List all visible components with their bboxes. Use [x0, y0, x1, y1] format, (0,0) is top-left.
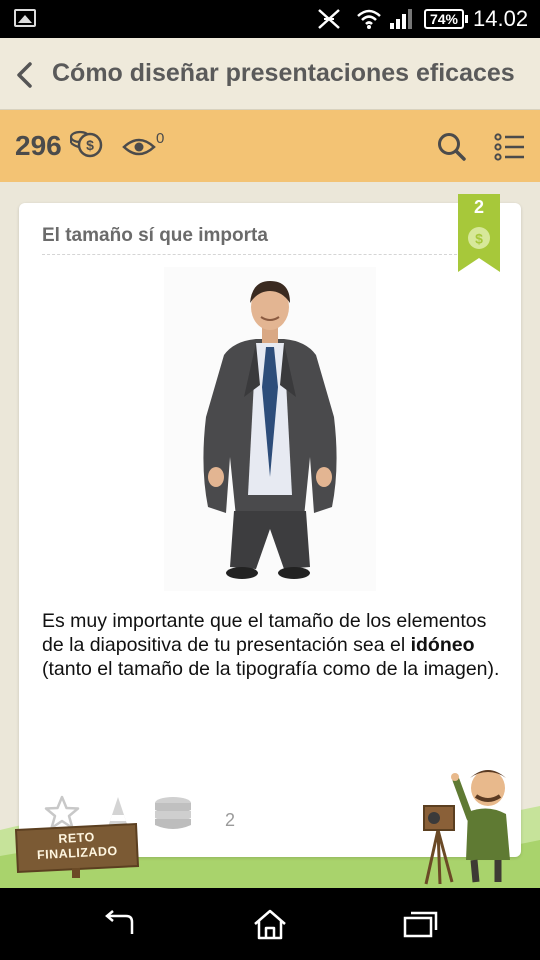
page-title: Cómo diseñar presentaciones eficaces: [52, 59, 515, 87]
coin-balance: 296: [15, 130, 62, 161]
stamp-label: RETO FINALIZADO: [17, 828, 136, 864]
wifi-icon: [357, 9, 381, 29]
title-bar: Cómo diseñar presentaciones eficaces: [0, 38, 540, 110]
lesson-text: Es muy importante que el tamaño de los e…: [42, 609, 502, 681]
nav-recents-icon[interactable]: [402, 908, 438, 938]
clock: 14.02: [473, 6, 529, 31]
nav-home-icon[interactable]: [252, 908, 288, 940]
list-menu-icon[interactable]: [494, 132, 526, 162]
eye-icon: [122, 138, 156, 156]
svg-text:$: $: [475, 231, 483, 247]
boy-in-oversized-suit-image: [164, 267, 376, 591]
battery-indicator: 74%: [424, 9, 468, 29]
photographer-mascot-illustration: [423, 770, 510, 885]
coin-stack-icon[interactable]: [151, 795, 195, 831]
reward-amount: 2: [473, 197, 484, 217]
lesson-text-part: (tanto el tamaño de la tipografía como d…: [42, 658, 500, 680]
lesson-card: El tamaño sí que importa Es muy importan…: [19, 203, 521, 857]
status-bar: 74% 14.02: [0, 0, 540, 38]
views-count: 0: [156, 130, 165, 147]
search-icon[interactable]: [436, 132, 468, 162]
navigation-bar: [0, 888, 540, 960]
signal-icon: [390, 9, 412, 29]
svg-text:$: $: [86, 137, 94, 153]
gallery-notification-icon: [14, 9, 36, 27]
coin-icon: $: [70, 130, 103, 158]
nfc-off-icon: [318, 9, 340, 29]
lesson-text-bold: idóneo: [410, 634, 475, 656]
nav-back-icon[interactable]: [102, 908, 138, 938]
stats-bar: 296 $ 0: [0, 110, 540, 182]
back-icon[interactable]: [12, 60, 38, 90]
title-divider: [42, 254, 457, 255]
stack-count: 2: [225, 810, 236, 830]
card-title: El tamaño sí que importa: [42, 225, 268, 246]
